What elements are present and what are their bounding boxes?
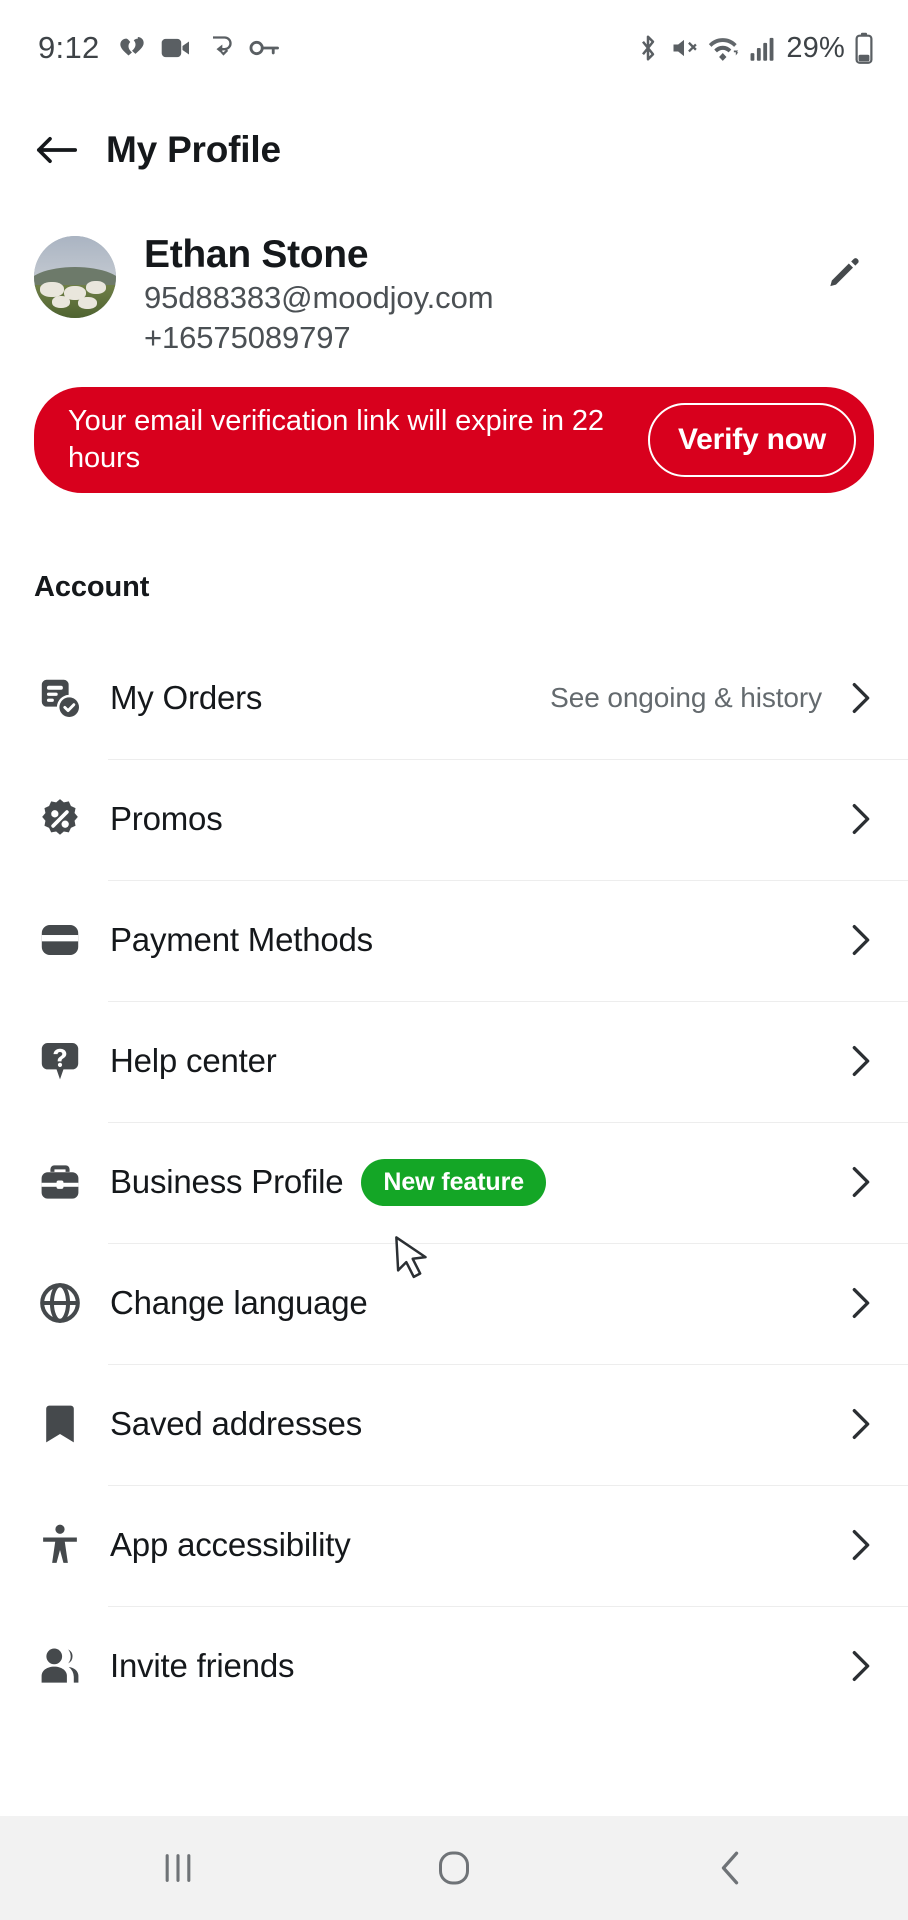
list-item-business-profile[interactable]: Business Profile New feature xyxy=(0,1121,908,1243)
list-item-app-accessibility[interactable]: App accessibility xyxy=(0,1484,908,1606)
vpn-key-icon xyxy=(249,40,279,56)
accessibility-icon xyxy=(34,1519,86,1571)
home-icon xyxy=(439,1851,469,1885)
status-bar-left: 9:12 xyxy=(38,30,280,66)
credit-card-icon xyxy=(34,914,86,966)
edit-profile-button[interactable] xyxy=(818,244,874,300)
back-button[interactable] xyxy=(34,127,80,173)
list-item-label: Help center xyxy=(110,1042,277,1080)
list-item-label: Saved addresses xyxy=(110,1405,362,1443)
chevron-right-icon xyxy=(848,1041,874,1081)
chevron-right-icon xyxy=(848,1283,874,1323)
verification-banner-wrapper: Your email verification link will expire… xyxy=(0,359,908,493)
account-list: My Orders See ongoing & history Promos P… xyxy=(0,638,908,1727)
mute-icon xyxy=(673,39,698,57)
app-bar: My Profile xyxy=(0,96,908,204)
list-item-label: Business Profile xyxy=(110,1163,344,1201)
wifi-icon xyxy=(709,38,739,61)
home-button[interactable] xyxy=(394,1816,514,1920)
arrow-left-icon xyxy=(36,136,78,164)
chevron-right-icon xyxy=(848,1646,874,1686)
profile-name: Ethan Stone xyxy=(144,233,369,276)
profile-phone: +16575089797 xyxy=(144,320,351,356)
new-feature-badge: New feature xyxy=(361,1158,547,1206)
android-nav-bar xyxy=(0,1816,908,1920)
orders-receipt-icon xyxy=(34,672,86,724)
list-item-label: My Orders xyxy=(110,679,263,717)
avatar[interactable] xyxy=(34,236,116,318)
chevron-right-icon xyxy=(848,1404,874,1444)
list-item-label: Change language xyxy=(110,1284,368,1322)
list-item-label: Payment Methods xyxy=(110,921,373,959)
profile-info: Ethan Stone 95d88383@moodjoy.com +165750… xyxy=(144,230,790,359)
profile-header: Ethan Stone 95d88383@moodjoy.com +165750… xyxy=(0,204,908,359)
email-verification-banner: Your email verification link will expire… xyxy=(34,386,874,493)
globe-icon xyxy=(34,1277,86,1329)
people-group-icon xyxy=(34,1640,86,1692)
account-section-title: Account xyxy=(34,570,150,603)
profile-email: 95d88383@moodjoy.com xyxy=(144,280,494,316)
page-title: My Profile xyxy=(106,129,281,170)
back-icon xyxy=(721,1851,739,1885)
cellular-signal-icon xyxy=(750,37,774,61)
question-bubble-icon xyxy=(34,1035,86,1087)
video-camera-icon xyxy=(161,38,189,58)
chevron-right-icon xyxy=(848,920,874,960)
avatar-sheep xyxy=(52,296,70,308)
chevron-right-icon xyxy=(848,678,874,718)
battery-percent-label: 29% xyxy=(786,31,845,64)
list-item-promos[interactable]: Promos xyxy=(0,758,908,880)
list-item-help-center[interactable]: Help center xyxy=(0,1000,908,1122)
banner-message: Your email verification link will expire… xyxy=(68,404,604,474)
avatar-sheep xyxy=(40,282,64,297)
status-bar-right: 29% xyxy=(636,32,874,65)
discount-badge-icon xyxy=(34,793,86,845)
back-button-nav[interactable] xyxy=(670,1816,790,1920)
chevron-right-icon xyxy=(848,1525,874,1565)
status-time: 9:12 xyxy=(38,30,100,65)
heart-rate-icon xyxy=(119,37,144,56)
briefcase-icon xyxy=(34,1156,86,1208)
pencil-icon xyxy=(830,258,859,287)
chevron-right-icon xyxy=(848,1162,874,1202)
bookmark-icon xyxy=(34,1398,86,1450)
list-item-label: App accessibility xyxy=(110,1526,351,1564)
status-bar: 9:12 29% xyxy=(0,0,908,96)
list-item-invite-friends[interactable]: Invite friends xyxy=(0,1605,908,1727)
phone-screen: 9:12 29% My Profile Ethan Stone 95d88383… xyxy=(0,0,908,1920)
list-item-my-orders[interactable]: My Orders See ongoing & history xyxy=(0,638,908,759)
bluetooth-icon xyxy=(642,35,655,61)
battery-icon xyxy=(855,32,873,64)
recents-button[interactable] xyxy=(118,1816,238,1920)
verify-now-button[interactable]: Verify now xyxy=(647,402,856,477)
recents-icon xyxy=(165,1854,191,1882)
list-item-value: See ongoing & history xyxy=(550,682,822,714)
avatar-sheep xyxy=(78,297,97,309)
list-item-label: Promos xyxy=(110,800,223,838)
chevron-right-icon xyxy=(848,799,874,839)
list-item-change-language[interactable]: Change language xyxy=(0,1242,908,1364)
list-item-label: Invite friends xyxy=(110,1647,295,1685)
list-item-payment-methods[interactable]: Payment Methods xyxy=(0,879,908,1001)
avatar-sheep xyxy=(86,281,106,294)
list-item-saved-addresses[interactable]: Saved addresses xyxy=(0,1363,908,1485)
data-sync-icon xyxy=(212,36,232,56)
